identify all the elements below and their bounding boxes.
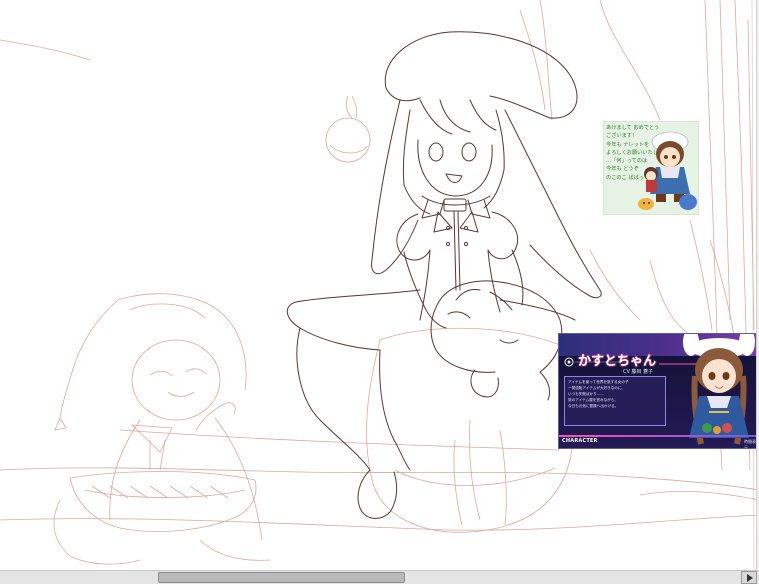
reference-image-character-profile[interactable]: かすとちゃん CV 藤目 蒼子 アイテムを使って世界を旅する女の子 一発逆転アイテ… bbox=[558, 333, 759, 449]
sketch-layer bbox=[0, 0, 759, 570]
character-footer-label: CHARACTER bbox=[562, 438, 598, 444]
voice-credit: CV 藤目 蒼子 bbox=[623, 369, 654, 375]
reference-image-message-card[interactable]: あけまして おめでとう ございます！ 今年も ナレットを よろしくお願いいたします。…… bbox=[603, 121, 699, 215]
arrow-right-icon bbox=[747, 574, 753, 582]
drawing-canvas[interactable]: あけまして おめでとう ございます！ 今年も ナレットを よろしくお願いいたします。…… bbox=[0, 0, 759, 570]
horizontal-scrollbar-thumb[interactable] bbox=[158, 572, 405, 583]
character-name: かすとちゃん bbox=[578, 354, 657, 369]
description-line: 今日も元気に冒険へ出かける。 bbox=[568, 404, 619, 408]
description-text: アイテムを使って世界を旅する女の子 一発逆転アイテムが大好きなのに、 いつも失敗ばか… bbox=[568, 379, 662, 409]
scroll-right-button[interactable] bbox=[741, 571, 757, 584]
chibi-character-illustration bbox=[638, 131, 697, 210]
footer-line bbox=[559, 435, 758, 437]
